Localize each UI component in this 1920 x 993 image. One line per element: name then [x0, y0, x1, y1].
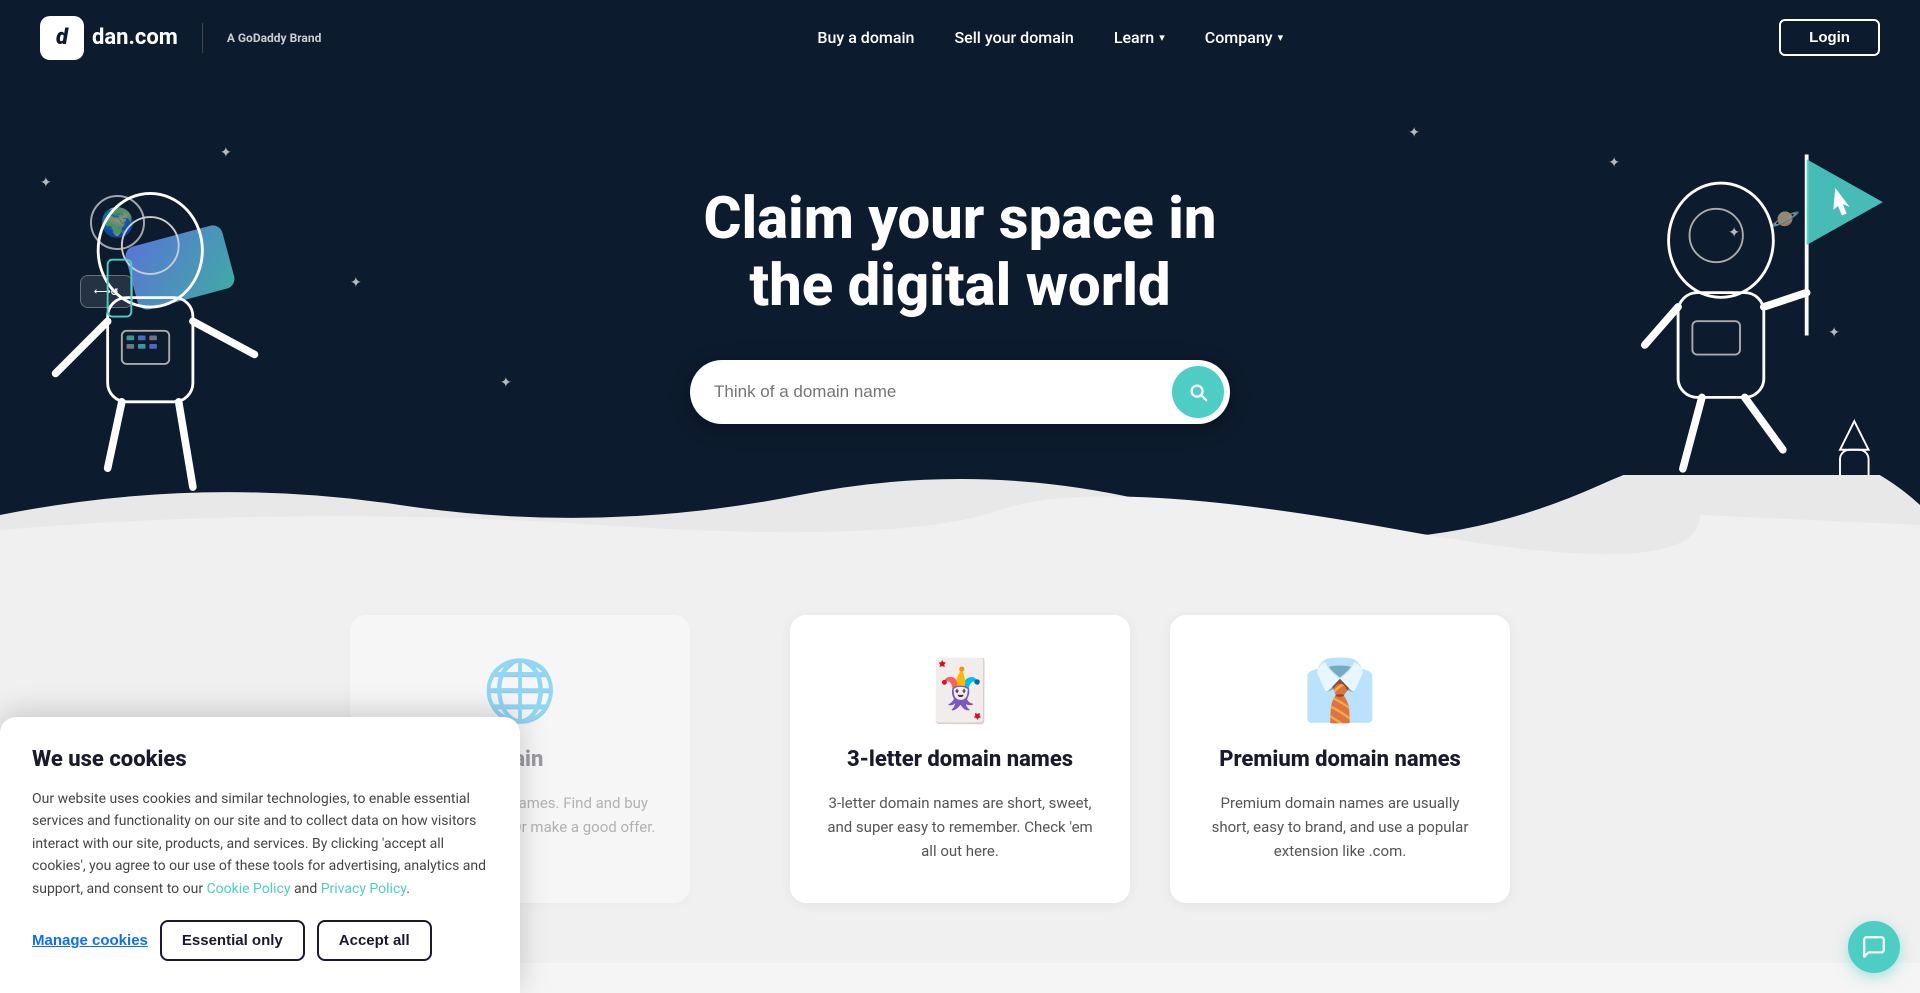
search-input[interactable] — [714, 382, 1172, 402]
dan-logo[interactable]: d dan.com — [40, 16, 178, 60]
cookie-title: We use cookies — [32, 747, 488, 772]
feature-title-2: Premium domain names — [1200, 746, 1480, 775]
search-bar — [690, 360, 1230, 424]
star-deco-7: ✦ — [500, 375, 512, 391]
learn-chevron-icon: ▾ — [1159, 31, 1165, 44]
feature-icon-2: 👔 — [1200, 655, 1480, 726]
feature-icon-1: 🃏 — [820, 655, 1100, 726]
godaddy-brand: A GoDaddy Brand — [227, 31, 322, 45]
cookie-banner: We use cookies Our website uses cookies … — [0, 717, 520, 993]
essential-only-button[interactable]: Essential only — [160, 920, 305, 961]
accept-all-button[interactable]: Accept all — [317, 920, 432, 961]
navbar: d dan.com A GoDaddy Brand Buy a domain S… — [0, 0, 1920, 75]
nav-left: d dan.com A GoDaddy Brand — [40, 16, 321, 60]
star-deco-3: ✦ — [350, 275, 362, 291]
logo-text: dan.com — [92, 25, 178, 50]
login-button[interactable]: Login — [1779, 19, 1880, 56]
company-chevron-icon: ▾ — [1278, 31, 1284, 44]
cookie-text: Our website uses cookies and similar tec… — [32, 788, 488, 900]
hero-section: ✦ ✦ ✦ ✦ ✦ ✦ ✦ ✦ 🌍 🪐 ⟵→↺ — [0, 75, 1920, 555]
chat-icon — [1861, 934, 1887, 960]
logo-icon: d — [40, 16, 84, 60]
nav-company[interactable]: Company ▾ — [1205, 28, 1283, 47]
chat-bubble[interactable] — [1848, 921, 1900, 973]
feature-desc-2: Premium domain names are usually short, … — [1200, 791, 1480, 863]
feature-title-1: 3-letter domain names — [820, 746, 1100, 775]
star-deco-2: ✦ — [220, 145, 232, 161]
hero-ground — [0, 475, 1920, 555]
feature-card-2: 👔 Premium domain names Premium domain na… — [1170, 615, 1510, 903]
star-deco-8: ✦ — [1408, 125, 1420, 141]
privacy-policy-link[interactable]: Privacy Policy — [321, 881, 406, 897]
astronaut-left — [20, 165, 290, 525]
feature-card-1: 🃏 3-letter domain names 3-letter domain … — [790, 615, 1130, 903]
cookie-policy-link[interactable]: Cookie Policy — [207, 881, 291, 897]
search-icon — [1187, 381, 1209, 403]
search-button[interactable] — [1172, 366, 1224, 418]
feature-desc-1: 3-letter domain names are short, sweet, … — [820, 791, 1100, 863]
hero-title: Claim your space in the digital world — [703, 186, 1216, 319]
nav-sell-domain[interactable]: Sell your domain — [954, 28, 1073, 47]
nav-buy-domain[interactable]: Buy a domain — [817, 28, 914, 47]
manage-cookies-button[interactable]: Manage cookies — [32, 932, 148, 949]
feature-icon-0: 🌐 — [380, 655, 660, 726]
nav-center: Buy a domain Sell your domain Learn ▾ Co… — [817, 28, 1283, 47]
logo-divider — [202, 23, 203, 53]
nav-learn[interactable]: Learn ▾ — [1114, 28, 1165, 47]
cookie-buttons: Manage cookies Essential only Accept all — [32, 920, 488, 961]
